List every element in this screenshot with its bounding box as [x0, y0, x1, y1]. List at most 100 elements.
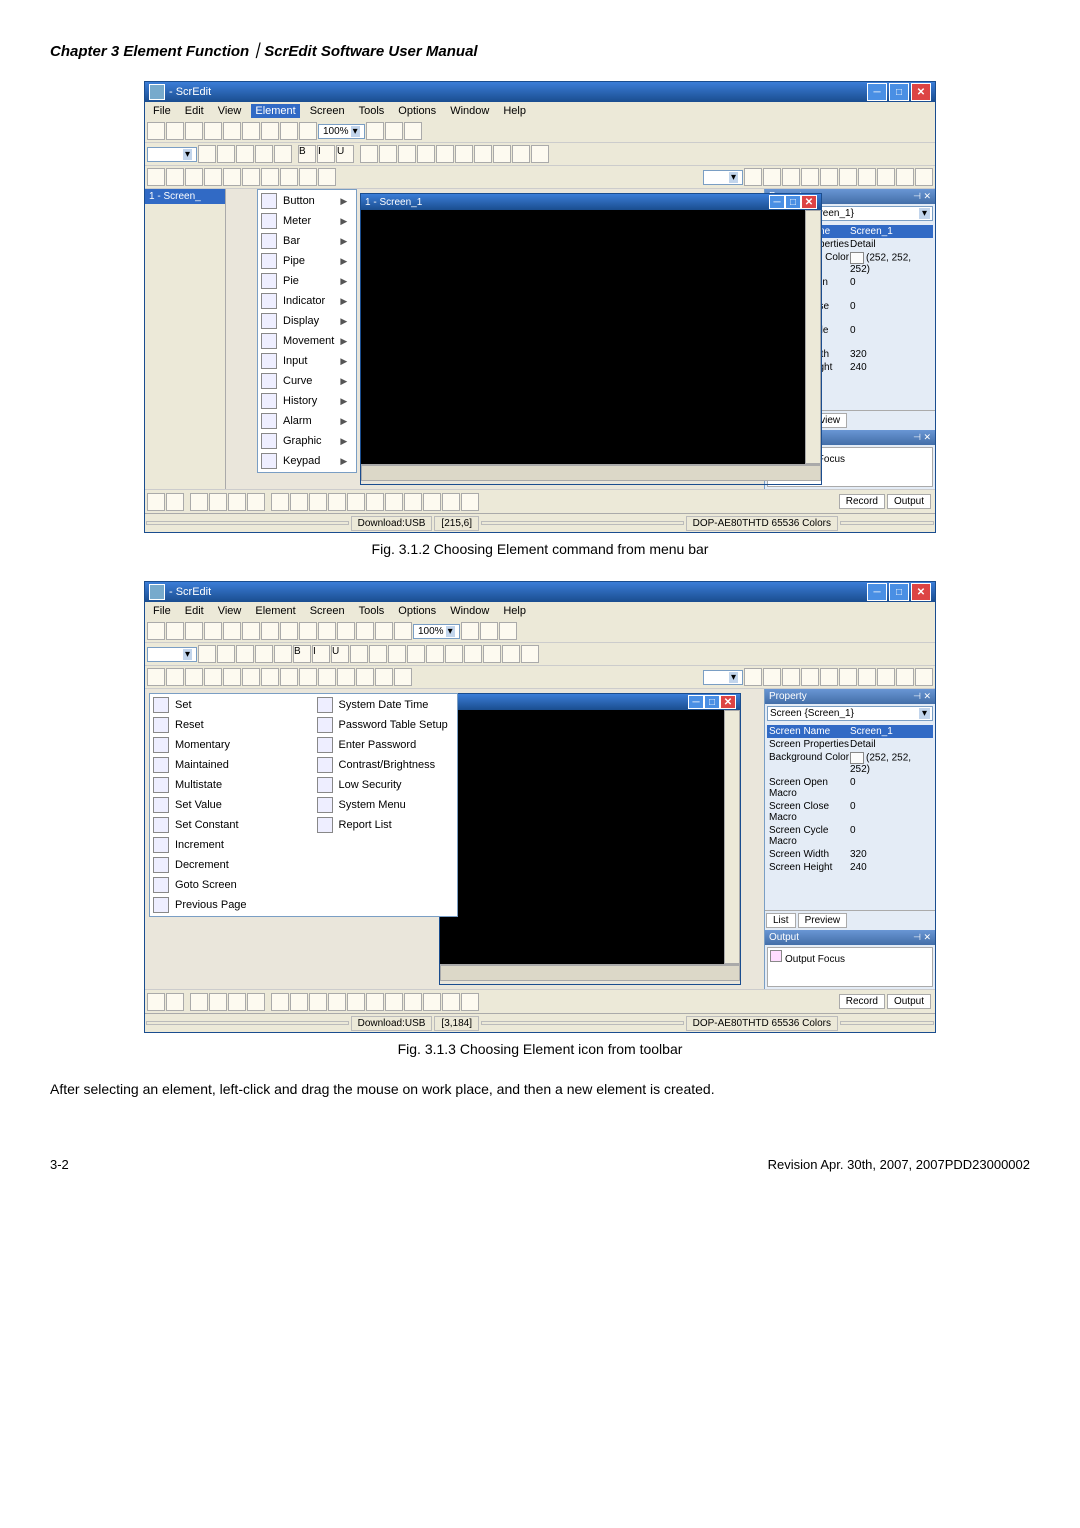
bt-icon[interactable]: [404, 493, 422, 511]
popup-item[interactable]: Enter Password: [315, 735, 456, 755]
align-icon[interactable]: [417, 145, 435, 163]
underline-icon[interactable]: U: [336, 145, 354, 163]
tool-icon[interactable]: [858, 168, 876, 186]
popup-item[interactable]: Low Security: [315, 775, 456, 795]
undo-icon[interactable]: [223, 622, 241, 640]
tool-icon[interactable]: [877, 668, 895, 686]
align-icon[interactable]: [369, 645, 387, 663]
arrow-icon[interactable]: [236, 645, 254, 663]
vertical-scrollbar[interactable]: [724, 710, 740, 964]
bt-icon[interactable]: [147, 993, 165, 1011]
tool-icon[interactable]: [820, 168, 838, 186]
bt-icon[interactable]: [347, 993, 365, 1011]
close-button[interactable]: ✕: [911, 583, 931, 601]
menu-element[interactable]: Element: [251, 104, 299, 118]
submenu-item[interactable]: Curve▶: [259, 371, 355, 391]
element-icon[interactable]: [242, 668, 260, 686]
bold-icon[interactable]: B: [298, 145, 316, 163]
preview-tab[interactable]: Preview: [798, 913, 848, 928]
bt-icon[interactable]: [190, 493, 208, 511]
element-icon[interactable]: [242, 168, 260, 186]
submenu-item[interactable]: Pipe▶: [259, 251, 355, 271]
menu-tools[interactable]: Tools: [355, 604, 389, 618]
find-icon[interactable]: [204, 122, 222, 140]
bt-icon[interactable]: [271, 993, 289, 1011]
property-row[interactable]: Screen Close Macro0: [767, 800, 933, 824]
new-icon[interactable]: [147, 122, 165, 140]
element-icon[interactable]: [318, 668, 336, 686]
property-row[interactable]: Screen Height240: [767, 861, 933, 874]
property-select[interactable]: Screen {Screen_1}▾: [767, 706, 933, 721]
element-icon[interactable]: [204, 668, 222, 686]
menu-edit[interactable]: Edit: [181, 104, 208, 118]
list-tab[interactable]: List: [766, 913, 796, 928]
bt-icon[interactable]: [328, 993, 346, 1011]
submenu-item[interactable]: Button▶: [259, 191, 355, 211]
italic-icon[interactable]: I: [317, 145, 335, 163]
pin-icon[interactable]: ⊣ ✕: [913, 191, 931, 202]
zoom-in-icon[interactable]: [366, 122, 384, 140]
cut-icon[interactable]: [261, 622, 279, 640]
align-icon[interactable]: [493, 145, 511, 163]
align-icon[interactable]: [483, 645, 501, 663]
align-icon[interactable]: [426, 645, 444, 663]
property-row[interactable]: Screen Open Macro0: [767, 776, 933, 800]
menu-help[interactable]: Help: [499, 104, 530, 118]
align-icon[interactable]: [474, 145, 492, 163]
align-icon[interactable]: [455, 145, 473, 163]
menu-help[interactable]: Help: [499, 604, 530, 618]
popup-item[interactable]: Reset: [151, 715, 255, 735]
popup-item[interactable]: Password Table Setup: [315, 715, 456, 735]
popup-item[interactable]: Report List: [315, 815, 456, 835]
zoom-out-icon[interactable]: [385, 122, 403, 140]
submenu-item[interactable]: Input▶: [259, 351, 355, 371]
align-icon[interactable]: [398, 145, 416, 163]
italic-icon[interactable]: I: [312, 645, 330, 663]
paste-icon[interactable]: [261, 122, 279, 140]
popup-item[interactable]: Contrast/Brightness: [315, 755, 456, 775]
submenu-item[interactable]: Alarm▶: [259, 411, 355, 431]
align-icon[interactable]: [360, 145, 378, 163]
bt-icon[interactable]: [228, 493, 246, 511]
tool-icon[interactable]: [763, 668, 781, 686]
bt-icon[interactable]: [461, 493, 479, 511]
menu-file[interactable]: File: [149, 104, 175, 118]
close-icon[interactable]: ✕: [720, 695, 736, 709]
color-icon[interactable]: [274, 645, 292, 663]
popup-item[interactable]: Set Constant: [151, 815, 255, 835]
bt-icon[interactable]: [347, 493, 365, 511]
maximize-button[interactable]: □: [889, 583, 909, 601]
zoom-in-icon[interactable]: [461, 622, 479, 640]
menu-tools[interactable]: Tools: [355, 104, 389, 118]
submenu-item[interactable]: Keypad▶: [259, 451, 355, 471]
arrow-down-icon[interactable]: [255, 145, 273, 163]
font-size-select[interactable]: ▾: [147, 647, 197, 662]
align-icon[interactable]: [521, 645, 539, 663]
element-icon[interactable]: [280, 168, 298, 186]
bt-icon[interactable]: [442, 493, 460, 511]
popup-item[interactable]: Previous Page: [151, 895, 255, 915]
tool-icon[interactable]: [744, 168, 762, 186]
tool-icon[interactable]: [782, 668, 800, 686]
open-icon[interactable]: [166, 622, 184, 640]
menu-view[interactable]: View: [214, 604, 246, 618]
save-icon[interactable]: [185, 122, 203, 140]
popup-item[interactable]: Set: [151, 695, 255, 715]
tool-icon[interactable]: [744, 668, 762, 686]
element-icon[interactable]: [337, 668, 355, 686]
element-icon[interactable]: [318, 168, 336, 186]
element-icon[interactable]: [261, 668, 279, 686]
record-tab[interactable]: Record: [839, 994, 885, 1009]
misc-icon[interactable]: [204, 622, 222, 640]
horizontal-scrollbar[interactable]: [440, 964, 740, 981]
tool-icon[interactable]: [915, 168, 933, 186]
menu-element[interactable]: Element: [251, 604, 299, 618]
tool-icon[interactable]: [782, 168, 800, 186]
element-icon[interactable]: [375, 668, 393, 686]
bt-icon[interactable]: [166, 993, 184, 1011]
vertical-scrollbar[interactable]: [805, 210, 821, 464]
popup-item[interactable]: Maintained: [151, 755, 255, 775]
submenu-item[interactable]: Pie▶: [259, 271, 355, 291]
submenu-item[interactable]: Meter▶: [259, 211, 355, 231]
bt-icon[interactable]: [209, 493, 227, 511]
